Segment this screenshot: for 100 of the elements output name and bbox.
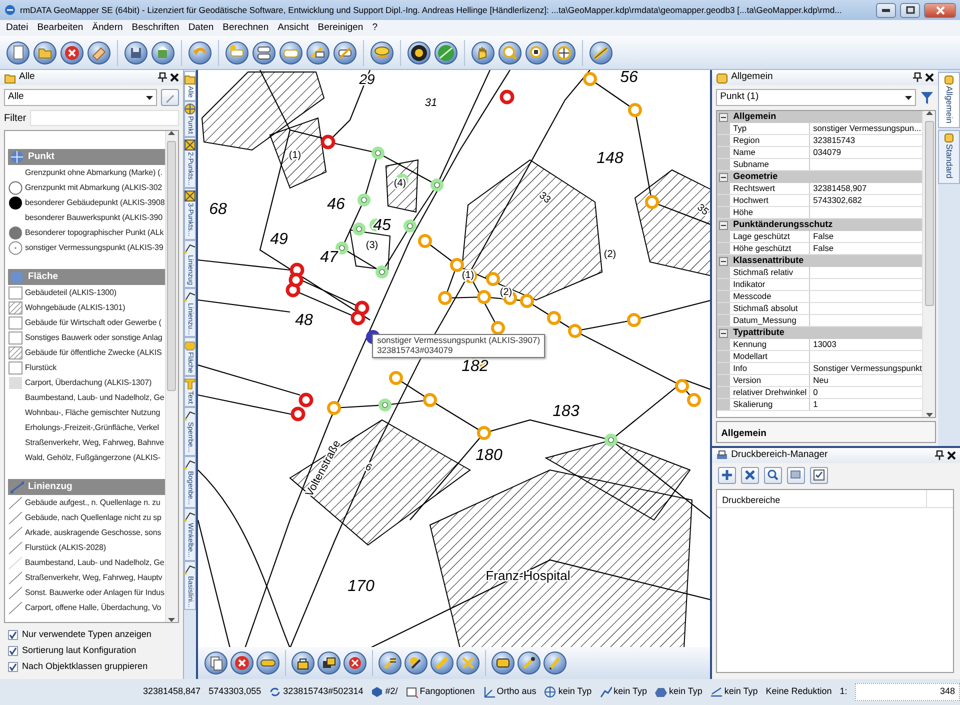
type-label: Gebäude für öffentliche Zwecke (ALKIS (25, 346, 162, 358)
property-name: Höhe (730, 207, 810, 218)
property-row[interactable]: Messcode (717, 291, 922, 303)
property-row[interactable]: Lage geschützt False (717, 231, 922, 243)
property-row[interactable]: Skalierung 1 (717, 399, 922, 411)
type-list-item[interactable]: Sonstiges Bauwerk oder sonstige Anlag (5, 330, 165, 345)
menu-item[interactable]: ? (372, 20, 378, 36)
type-label: Wald, Gehölz, Fußgängerzone (ALKIS- (25, 452, 160, 464)
type-list-item[interactable]: Baumbestand, Laub- und Nadelholz, Ge (5, 390, 165, 405)
property-row[interactable]: Version Neu (717, 375, 922, 387)
side-tab[interactable]: Allgemein (938, 72, 960, 128)
type-list-item[interactable]: Gebäude, nach Quellenlage nicht zu sp (5, 510, 165, 525)
type-list-item[interactable]: Straßenverkehr, Weg, Fahrweg, Hauptv (5, 570, 165, 585)
type-label: Grenzpunkt ohne Abmarkung (Marke) (. (25, 166, 162, 178)
status-text: Fangoptionen (420, 685, 475, 698)
menu-item[interactable]: Daten (188, 20, 214, 36)
panel-title: Alle (19, 70, 36, 84)
property-row[interactable]: Stichmaß relativ (717, 267, 922, 279)
type-label: besonderer Gebäudepunkt (ALKIS-3908 (25, 196, 165, 208)
property-value: 13003 (812, 339, 836, 350)
property-name: Region (730, 135, 810, 146)
category-header[interactable]: Geometrie (717, 171, 922, 183)
property-name: Stichmaß relativ (730, 267, 810, 278)
property-value: 5743302,682 (812, 195, 862, 206)
tooltip-id: 323815743#034079 (377, 346, 453, 356)
type-list-item[interactable]: Baumbestand, Laub- und Nadelholz, Ge (5, 555, 165, 570)
type-list-item[interactable]: Besonderer topographischer Punkt (ALk (5, 225, 165, 240)
property-row[interactable]: Region 323815743 (717, 135, 922, 147)
parcel-number: 46 (327, 196, 345, 213)
category-header[interactable]: Allgemein (717, 111, 922, 123)
menu-item[interactable]: Berechnen (222, 20, 269, 36)
type-list-item[interactable]: Wohngebäude (ALKIS-1301) (5, 300, 165, 315)
menu-item[interactable]: Ändern (92, 20, 123, 36)
panel-title: Druckbereich-Manager (731, 448, 829, 462)
status-text: kein Typ (669, 685, 702, 698)
property-name: Hochwert (730, 195, 810, 206)
menu-item[interactable]: Datei (6, 20, 28, 36)
property-row[interactable]: Rechtswert 32381458,907 (717, 183, 922, 195)
category-header[interactable]: Punktänderungsschutz (717, 219, 922, 231)
type-list-item[interactable]: Flurstück (5, 360, 165, 375)
type-list-item[interactable]: Carport, Überdachung (ALKIS-1307) (5, 375, 165, 390)
type-list-item[interactable]: Grenzpunkt ohne Abmarkung (Marke) (. (5, 165, 165, 180)
house-number: 6 (363, 462, 374, 474)
property-row[interactable]: Info Sonstiger Vermessungspunkt (717, 363, 922, 375)
property-row[interactable]: Datum_Messung (717, 315, 922, 327)
property-value: False (812, 243, 834, 254)
category-header[interactable]: Klassenattribute (717, 255, 922, 267)
property-row[interactable]: Stichmaß absolut (717, 303, 922, 315)
type-list-item[interactable]: Flurstück (ALKIS-2028) (5, 540, 165, 555)
building-part-label: (3) (366, 240, 378, 251)
property-row[interactable]: Typ sonstiger Vermessungspun... (717, 123, 922, 135)
type-list-item[interactable]: Wohnbau-, Fläche gemischter Nutzung (5, 405, 165, 420)
description-title: Allgemein (716, 421, 936, 443)
menu-item[interactable]: Bereinigen (318, 20, 364, 36)
type-list-item[interactable]: Carport, offene Halle, Überdachung, Vo (5, 600, 165, 615)
property-value: Sonstiger Vermessungspunkt (812, 363, 922, 374)
type-list-item[interactable]: Sonst. Bauwerke oder Anlagen für Indus (5, 585, 165, 600)
property-row[interactable]: Hochwert 5743302,682 (717, 195, 922, 207)
menu-item[interactable]: Beschriften (132, 20, 180, 36)
scale-field[interactable]: 348 (855, 683, 960, 701)
type-label: Gebäude für Wirtschaft oder Gewerbe ( (25, 316, 162, 328)
tooltip-title: sonstiger Vermessungspunkt (ALKIS-3907) (377, 336, 540, 346)
property-row[interactable]: Kennung 13003 (717, 339, 922, 351)
property-row[interactable]: Höhe geschützt False (717, 243, 922, 255)
property-name: Lage geschützt (730, 231, 810, 242)
status-text: #2/ (385, 685, 398, 698)
type-list-item[interactable]: Arkade, auskragende Geschosse, sons (5, 525, 165, 540)
property-row[interactable]: Höhe (717, 207, 922, 219)
property-row[interactable]: Modellart (717, 351, 922, 363)
menu-item[interactable]: Bearbeiten (37, 20, 84, 36)
property-name: Subname (730, 159, 810, 170)
type-list-item[interactable]: Grenzpunkt mit Abmarkung (ALKIS-302 (5, 180, 165, 195)
parcel-number: 47 (320, 249, 338, 266)
type-list-item[interactable]: Gebäude für öffentliche Zwecke (ALKIS (5, 345, 165, 360)
property-value: 0 (812, 387, 818, 398)
property-name: Modellart (730, 351, 810, 362)
type-list-item[interactable]: Gebäude für Wirtschaft oder Gewerbe ( (5, 315, 165, 330)
type-list-item[interactable]: sonstiger Vermessungspunkt (ALKIS-39 (5, 240, 165, 255)
type-label: Straßenverkehr, Weg, Fahrweg, Bahnve (25, 436, 164, 448)
type-list-item[interactable]: Straßenverkehr, Weg, Fahrweg, Bahnve (5, 435, 165, 450)
property-row[interactable]: Name 034079 (717, 147, 922, 159)
property-row[interactable]: Indikator (717, 279, 922, 291)
type-dropdown[interactable]: Alle (4, 89, 157, 106)
type-list-item[interactable]: besonderer Gebäudepunkt (ALKIS-3908 (5, 195, 165, 210)
object-dropdown[interactable]: Punkt (1) (716, 89, 916, 106)
property-value: False (812, 231, 834, 242)
property-value: Neu (812, 375, 828, 386)
property-row[interactable]: relativer Drehwinkel 0 (717, 387, 922, 399)
type-list-item[interactable]: Erholungs-,Freizeit-,Grünfläche, Verkel (5, 420, 165, 435)
menu-item[interactable]: Ansicht (278, 20, 309, 36)
checkbox-label: Sortierung laut Konfiguration (22, 644, 136, 658)
side-tab[interactable]: Standard (938, 130, 960, 184)
property-value: 323815743 (812, 135, 855, 146)
type-list-item[interactable]: besonderer Bauwerkspunkt (ALKIS-390 (5, 210, 165, 225)
type-list-item[interactable]: Gebäudeteil (ALKIS-1300) (5, 285, 165, 300)
status-text: Ortho aus (496, 685, 536, 698)
category-header[interactable]: Typattribute (717, 327, 922, 339)
type-list-item[interactable]: Gebäude aufgest., n. Quellenlage n. zu (5, 495, 165, 510)
type-list-item[interactable]: Wald, Gehölz, Fußgängerzone (ALKIS- (5, 450, 165, 465)
property-row[interactable]: Subname (717, 159, 922, 171)
